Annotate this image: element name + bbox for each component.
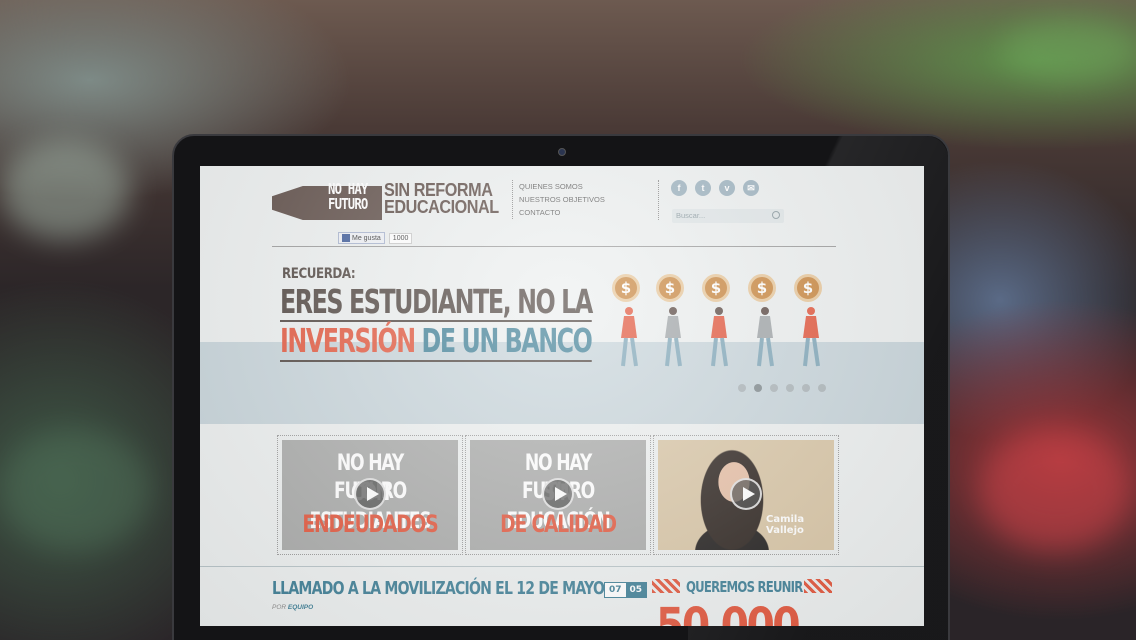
person-name: Camila Vallejo: [766, 514, 805, 536]
main-nav: QUIENES SOMOS NUESTROS OBJETIVOS CONTACT…: [512, 180, 605, 219]
twitter-icon[interactable]: t: [695, 180, 711, 196]
student-figure: $: [792, 274, 826, 370]
student-figure: $: [610, 274, 644, 370]
post-byline: POR EQUIPO: [272, 604, 314, 611]
search-icon[interactable]: [772, 211, 780, 219]
search-input[interactable]: Buscar...: [672, 209, 784, 223]
website-screen: NO HAY FUTURO SIN REFORMA EDUCACIONAL Me g…: [200, 166, 924, 626]
slider-dot[interactable]: [802, 384, 810, 392]
hero-line-2: INVERSIÓN DE UN BANCO: [280, 321, 593, 362]
post-title[interactable]: LLAMADO A LA MOVILIZACIÓN EL 12 DE MAYO: [272, 578, 605, 599]
hero-kicker: RECUERDA:: [282, 266, 356, 282]
nav-nuestros-objetivos[interactable]: NUESTROS OBJETIVOS: [519, 193, 605, 206]
student-figure: $: [700, 274, 734, 370]
coin-icon: $: [794, 274, 822, 302]
slider-dot[interactable]: [786, 384, 794, 392]
like-button[interactable]: Me gusta: [338, 232, 385, 244]
camera-icon: [558, 148, 566, 156]
slider-dots: [738, 384, 826, 392]
logo-sin-reforma[interactable]: SIN REFORMA EDUCACIONAL: [384, 181, 499, 216]
coin-icon: $: [656, 274, 684, 302]
video-card-camila[interactable]: Camila Vallejo: [653, 435, 839, 555]
slider-dot[interactable]: [770, 384, 778, 392]
facebook-icon: [342, 234, 350, 242]
facebook-icon[interactable]: f: [671, 180, 687, 196]
mail-icon[interactable]: ✉: [743, 180, 759, 196]
play-icon[interactable]: [730, 478, 762, 510]
hero-rest: DE UN BANCO: [421, 321, 593, 360]
play-icon[interactable]: [542, 478, 574, 510]
video-card-calidad[interactable]: NO HAY FUTURO SIN EDUCACIÓN DE CALIDAD: [465, 435, 651, 555]
play-icon[interactable]: [354, 478, 386, 510]
hero-accent: INVERSIÓN: [280, 321, 416, 360]
logo-no-hay-futuro[interactable]: NO HAY FUTURO: [328, 182, 368, 212]
coin-icon: $: [612, 274, 640, 302]
nav-quienes-somos[interactable]: QUIENES SOMOS: [519, 180, 605, 193]
post-date: 07 05: [604, 582, 648, 598]
nav-contacto[interactable]: CONTACTO: [519, 206, 605, 219]
coin-icon: $: [748, 274, 776, 302]
video-card-endeudados[interactable]: NO HAY FUTURO CON ESTUDIANTES ENDEUDADOS: [277, 435, 463, 555]
coin-icon: $: [702, 274, 730, 302]
like-count: 1000: [388, 232, 413, 244]
laptop-frame: NO HAY FUTURO SIN REFORMA EDUCACIONAL Me g…: [172, 134, 950, 640]
facebook-like[interactable]: Me gusta 1000: [338, 232, 413, 244]
student-figure: $: [654, 274, 688, 370]
hero-line-1: ERES ESTUDIANTE, NO LA: [280, 282, 593, 322]
slider-dot-active[interactable]: [754, 384, 762, 392]
goal-number: 50.000: [656, 598, 801, 626]
vimeo-icon[interactable]: v: [719, 180, 735, 196]
slider-dot[interactable]: [738, 384, 746, 392]
post-author[interactable]: EQUIPO: [288, 604, 313, 611]
student-figure: $: [746, 274, 780, 370]
goal-heading: QUEREMOS REUNIR A: [652, 576, 832, 596]
slider-dot[interactable]: [818, 384, 826, 392]
